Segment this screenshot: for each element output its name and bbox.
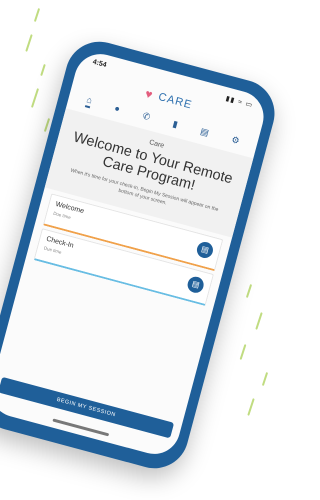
chart-icon[interactable]: ▮ (171, 118, 179, 130)
task-card-subtitle: Due time (43, 245, 63, 255)
status-time: 4:54 (91, 58, 108, 70)
chat-icon[interactable]: ● (113, 103, 121, 114)
decorative-dash (245, 284, 253, 298)
phone-frame: 4:54 ▮▮ ≈ ▭ ♥ CARE ⌂ ● ✆ ▮ ▤ ⚙ Care Welc… (0, 34, 283, 476)
home-icon[interactable]: ⌂ (84, 93, 94, 108)
task-card-subtitle: Due time (52, 210, 72, 221)
home-indicator (52, 418, 110, 437)
app-screen: 4:54 ▮▮ ≈ ▭ ♥ CARE ⌂ ● ✆ ▮ ▤ ⚙ Care Welc… (0, 48, 270, 460)
open-task-button[interactable]: ▤ (185, 274, 206, 295)
book-icon[interactable]: ▤ (199, 125, 210, 138)
heart-icon: ♥ (143, 86, 155, 102)
open-task-button[interactable]: ▤ (195, 240, 215, 260)
phone-icon[interactable]: ✆ (141, 110, 152, 123)
decorative-dash (239, 344, 247, 360)
settings-icon[interactable]: ⚙ (230, 134, 240, 147)
decorative-dash (247, 398, 255, 416)
decorative-dash (33, 8, 41, 22)
decorative-dash (40, 63, 46, 77)
decorative-dash (255, 312, 263, 330)
decorative-dash (261, 372, 269, 386)
decorative-dash (30, 88, 40, 108)
decorative-dash (25, 34, 33, 52)
